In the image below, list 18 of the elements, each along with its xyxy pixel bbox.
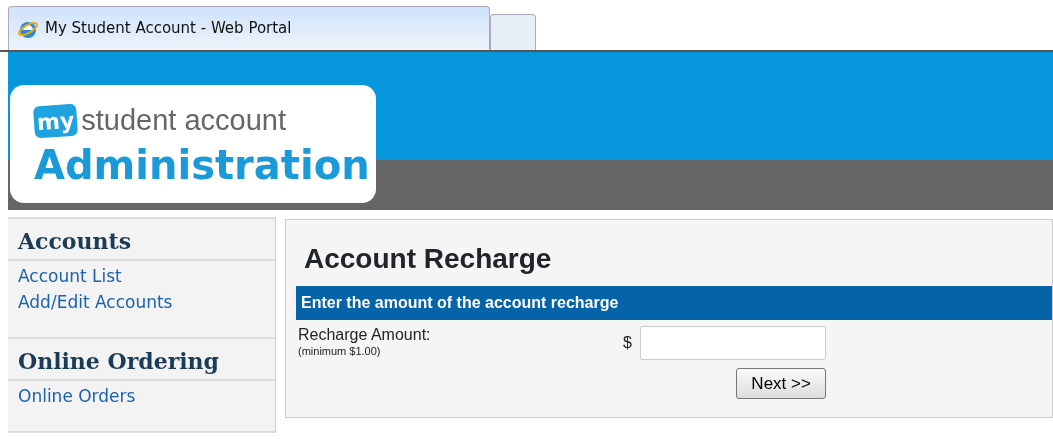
field-label: Recharge Amount: (298, 325, 432, 344)
sidebar-heading: Accounts (8, 219, 275, 261)
sidebar-heading: Online Ordering (8, 339, 275, 381)
browser-tab[interactable]: My Student Account - Web Portal (8, 6, 490, 50)
sidebar-link[interactable]: Account List (18, 263, 265, 289)
sidebar-link[interactable]: Online Orders (18, 383, 265, 409)
tab-title: My Student Account - Web Portal (45, 18, 292, 40)
amount-field[interactable] (639, 325, 826, 360)
sidebar-link[interactable]: Add/Edit Accounts (18, 289, 265, 315)
new-tab-button[interactable] (490, 14, 536, 50)
field-hint: (minimum $1.00) (298, 344, 382, 360)
section-header: Enter the amount of the account recharge (296, 285, 1052, 320)
logo-subtitle: Administration (34, 142, 371, 187)
logo-name: student account (81, 103, 287, 138)
page-title: Account Recharge (304, 242, 553, 276)
next-button[interactable]: Next >> (736, 367, 826, 400)
logo-badge: my (32, 103, 79, 139)
currency-symbol: $ (623, 332, 632, 353)
